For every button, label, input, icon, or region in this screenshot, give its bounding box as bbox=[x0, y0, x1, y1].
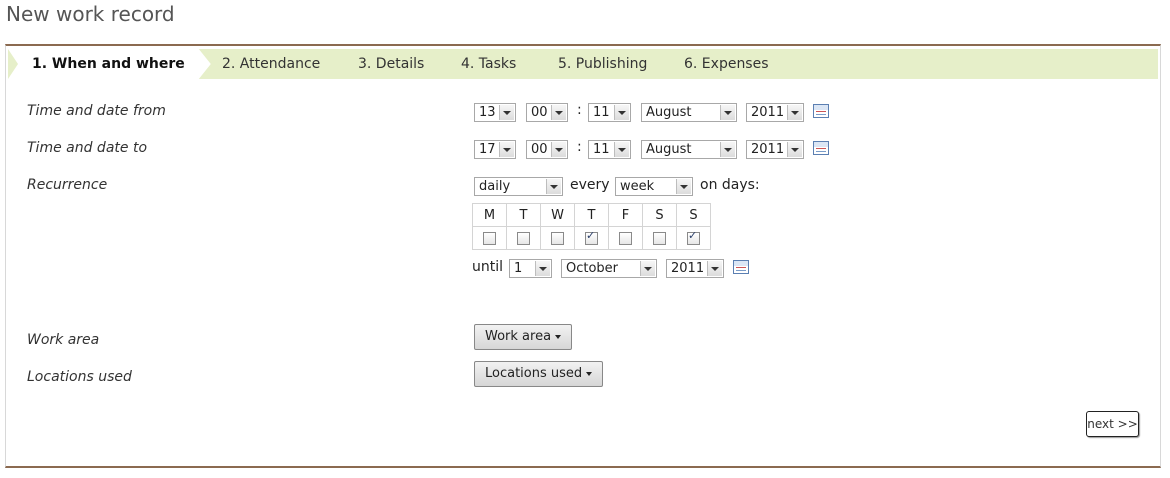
chevron-down-icon bbox=[499, 142, 514, 157]
days-checkbox-row bbox=[472, 226, 711, 250]
on-days-text: on days: bbox=[700, 177, 760, 193]
locations-used-button[interactable]: Locations used bbox=[474, 361, 604, 387]
until-month-value: October bbox=[566, 261, 619, 276]
until-text: until bbox=[472, 259, 504, 275]
day-checkbox-sat[interactable] bbox=[653, 231, 666, 245]
page-title: New work record bbox=[6, 2, 175, 26]
from-hour-value: 13 bbox=[479, 105, 496, 120]
wizard-tabs: 1. When and where 2. Attendance 3. Detai… bbox=[8, 49, 1158, 79]
from-minute-value: 00 bbox=[531, 105, 548, 120]
tab-tasks[interactable]: 4. Tasks bbox=[461, 49, 516, 79]
days-of-week-table: M T W T F S S bbox=[472, 203, 711, 250]
time-separator: : bbox=[577, 102, 582, 118]
tab-publishing[interactable]: 5. Publishing bbox=[558, 49, 647, 79]
to-month-select[interactable]: August bbox=[641, 140, 737, 159]
to-minute-value: 00 bbox=[531, 142, 548, 157]
work-area-button[interactable]: Work area bbox=[474, 324, 573, 350]
until-month-select[interactable]: October bbox=[561, 259, 657, 278]
from-year-value: 2011 bbox=[751, 105, 785, 120]
day-cell-thu bbox=[574, 226, 609, 250]
locations-used-button-label: Locations used bbox=[485, 366, 583, 381]
day-label-wed: W bbox=[540, 203, 575, 227]
day-cell-sun bbox=[676, 226, 711, 250]
tab-attendance[interactable]: 2. Attendance bbox=[222, 49, 320, 79]
recurrence-frequency-select[interactable]: daily bbox=[474, 177, 563, 196]
day-label-fri: F bbox=[608, 203, 643, 227]
time-separator: : bbox=[577, 139, 582, 155]
recurrence-period-value: week bbox=[620, 179, 655, 194]
calendar-icon[interactable] bbox=[813, 104, 829, 118]
to-month-value: August bbox=[646, 142, 692, 157]
from-hour-select[interactable]: 13 bbox=[474, 103, 516, 122]
tab-expenses[interactable]: 6. Expenses bbox=[684, 49, 769, 79]
chevron-down-icon bbox=[535, 261, 550, 276]
day-cell-fri bbox=[608, 226, 643, 250]
work-area-button-label: Work area bbox=[485, 329, 552, 344]
to-day-select[interactable]: 11 bbox=[588, 140, 631, 159]
recurrence-frequency-value: daily bbox=[479, 179, 511, 194]
chevron-down-icon bbox=[499, 105, 514, 120]
every-text: every bbox=[570, 177, 610, 193]
caret-down-icon bbox=[555, 334, 562, 339]
to-hour-value: 17 bbox=[479, 142, 496, 157]
day-label-sun: S bbox=[676, 203, 711, 227]
day-label-sat: S bbox=[642, 203, 677, 227]
to-year-select[interactable]: 2011 bbox=[746, 140, 804, 159]
calendar-icon[interactable] bbox=[813, 141, 829, 155]
day-cell-tue bbox=[506, 226, 541, 250]
to-year-value: 2011 bbox=[751, 142, 785, 157]
to-day-value: 11 bbox=[593, 142, 610, 157]
tab-details[interactable]: 3. Details bbox=[358, 49, 424, 79]
chevron-down-icon bbox=[676, 179, 691, 194]
chevron-down-icon bbox=[614, 142, 629, 157]
until-day-value: 1 bbox=[514, 261, 523, 276]
from-minute-select[interactable]: 00 bbox=[526, 103, 568, 122]
day-label-thu: T bbox=[574, 203, 609, 227]
time-from-label: Time and date from bbox=[27, 103, 166, 119]
from-year-select[interactable]: 2011 bbox=[746, 103, 804, 122]
to-minute-select[interactable]: 00 bbox=[526, 140, 568, 159]
chevron-down-icon bbox=[720, 105, 735, 120]
chevron-down-icon bbox=[551, 105, 566, 120]
day-label-mon: M bbox=[472, 203, 507, 227]
day-checkbox-tue[interactable] bbox=[517, 231, 530, 245]
chevron-down-icon bbox=[614, 105, 629, 120]
calendar-icon[interactable] bbox=[733, 260, 749, 274]
chevron-down-icon bbox=[787, 142, 802, 157]
until-year-value: 2011 bbox=[671, 261, 705, 276]
until-year-select[interactable]: 2011 bbox=[666, 259, 724, 278]
caret-down-icon bbox=[586, 371, 593, 376]
day-cell-sat bbox=[642, 226, 677, 250]
day-checkbox-wed[interactable] bbox=[551, 231, 564, 245]
day-cell-wed bbox=[540, 226, 575, 250]
recurrence-label: Recurrence bbox=[27, 177, 108, 193]
time-to-label: Time and date to bbox=[27, 140, 148, 156]
until-day-select[interactable]: 1 bbox=[509, 259, 552, 278]
day-checkbox-mon[interactable] bbox=[483, 231, 496, 245]
next-button[interactable]: next >> bbox=[1086, 411, 1139, 437]
recurrence-period-select[interactable]: week bbox=[615, 177, 693, 196]
day-checkbox-sun[interactable] bbox=[687, 229, 700, 245]
form-panel: 1. When and where 2. Attendance 3. Detai… bbox=[5, 44, 1161, 468]
chevron-down-icon bbox=[720, 142, 735, 157]
day-checkbox-thu[interactable] bbox=[585, 229, 598, 245]
days-header-row: M T W T F S S bbox=[472, 203, 711, 227]
chevron-down-icon bbox=[787, 105, 802, 120]
locations-used-label: Locations used bbox=[27, 369, 132, 385]
to-hour-select[interactable]: 17 bbox=[474, 140, 516, 159]
tab-when-and-where[interactable]: 1. When and where bbox=[8, 49, 211, 79]
from-day-select[interactable]: 11 bbox=[588, 103, 631, 122]
day-label-tue: T bbox=[506, 203, 541, 227]
chevron-down-icon bbox=[707, 261, 722, 276]
chevron-down-icon bbox=[546, 179, 561, 194]
day-cell-mon bbox=[472, 226, 507, 250]
from-day-value: 11 bbox=[593, 105, 610, 120]
from-month-value: August bbox=[646, 105, 692, 120]
work-area-label: Work area bbox=[27, 332, 100, 348]
day-checkbox-fri[interactable] bbox=[619, 231, 632, 245]
chevron-down-icon bbox=[640, 261, 655, 276]
chevron-down-icon bbox=[551, 142, 566, 157]
from-month-select[interactable]: August bbox=[641, 103, 737, 122]
